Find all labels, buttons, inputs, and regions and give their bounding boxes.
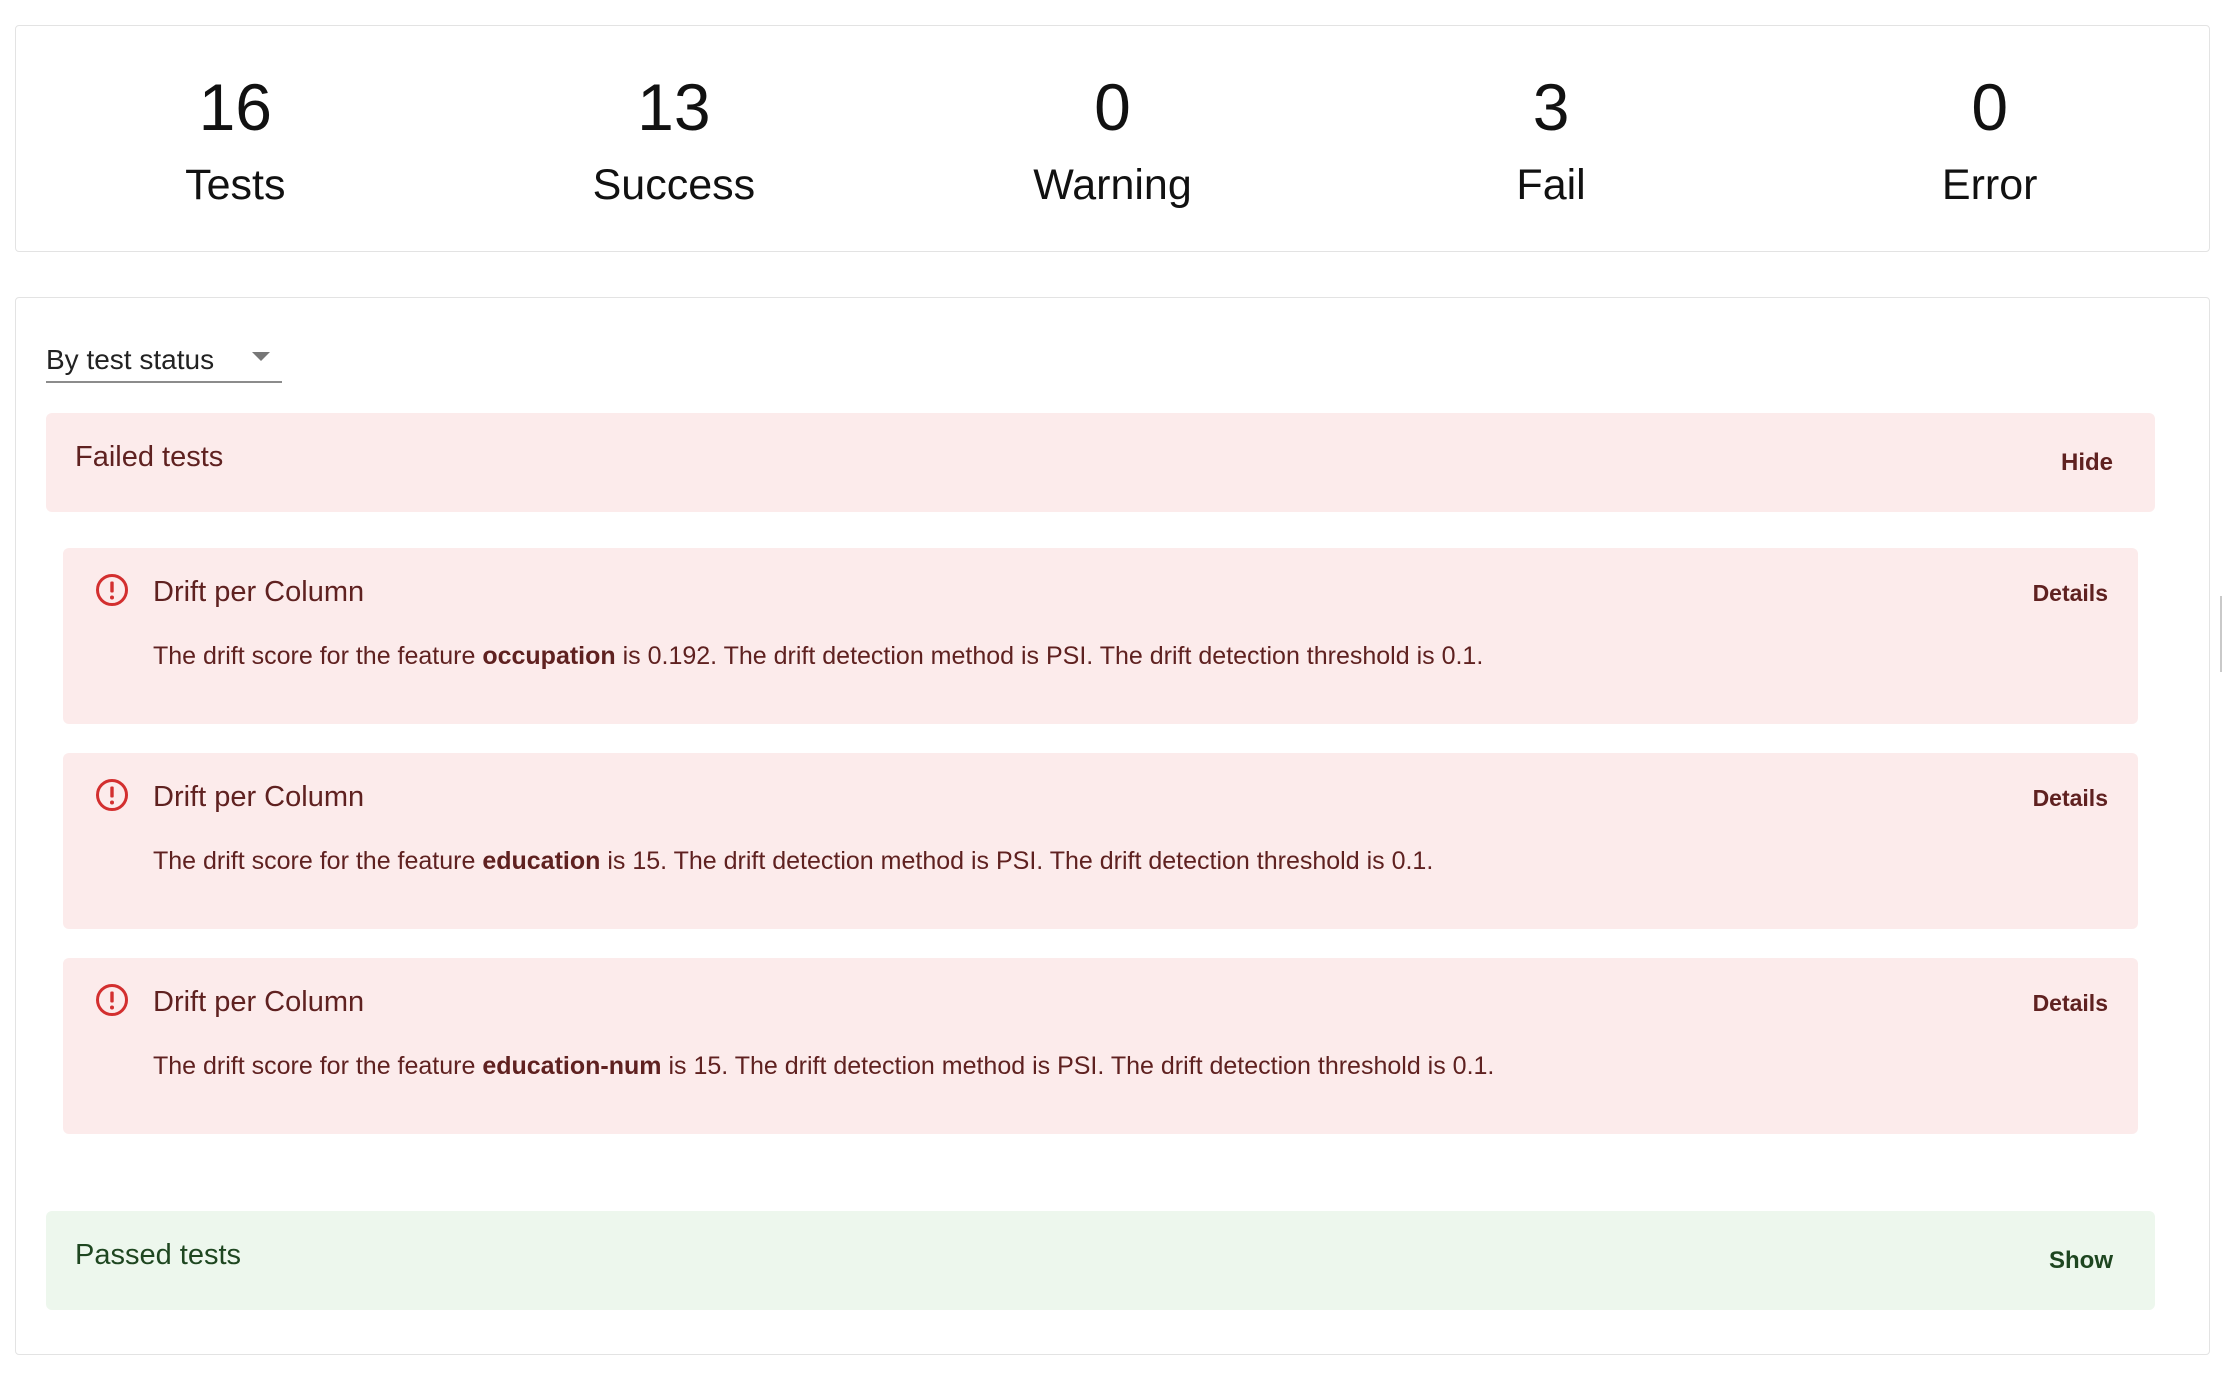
stat-value: 13 <box>637 70 711 144</box>
group-by-select-value: By test status <box>46 343 215 375</box>
stat-tests: 16 Tests <box>16 26 455 251</box>
passed-tests-header[interactable]: Passed tests Show <box>46 1211 2155 1310</box>
test-description: The drift score for the feature educatio… <box>153 1050 1494 1082</box>
test-summary-card: 16 Tests 13 Success 0 Warning 3 Fail 0 E… <box>15 25 2210 252</box>
test-description: The drift score for the feature educatio… <box>153 845 1433 877</box>
stat-warning: 0 Warning <box>893 26 1332 251</box>
stat-label: Error <box>1941 161 2038 209</box>
group-by-select[interactable]: By test status <box>46 338 282 383</box>
stat-label: Success <box>592 161 756 209</box>
desc-suffix: is 15. The drift detection method is PSI… <box>661 1052 1495 1080</box>
hide-failed-button[interactable]: Hide <box>2061 449 2113 477</box>
stat-fail: 3 Fail <box>1332 26 1771 251</box>
failed-test-item: Drift per Column Details The drift score… <box>63 958 2138 1134</box>
feature-name: education-num <box>482 1052 662 1080</box>
scrollbar-thumb[interactable] <box>2220 596 2222 672</box>
stat-value: 3 <box>1532 70 1570 144</box>
desc-suffix: is 0.192. The drift detection method is … <box>615 642 1484 670</box>
show-passed-button[interactable]: Show <box>2049 1247 2113 1275</box>
details-button[interactable]: Details <box>2033 580 2108 607</box>
stat-value: 0 <box>1971 70 2009 144</box>
desc-suffix: is 15. The drift detection method is PSI… <box>600 847 1434 875</box>
desc-prefix: The drift score for the feature <box>153 847 483 875</box>
stat-error: 0 Error <box>1770 26 2209 251</box>
failed-test-item: Drift per Column Details The drift score… <box>63 753 2138 929</box>
test-title: Drift per Column <box>153 986 365 1018</box>
details-button[interactable]: Details <box>2033 990 2108 1017</box>
stat-label: Tests <box>185 161 286 209</box>
desc-prefix: The drift score for the feature <box>153 1052 483 1080</box>
feature-name: education <box>482 847 601 875</box>
error-outline-icon <box>96 984 128 1016</box>
details-button[interactable]: Details <box>2033 785 2108 812</box>
failed-tests-header[interactable]: Failed tests Hide <box>46 413 2155 512</box>
failed-tests-title: Failed tests <box>75 441 224 473</box>
stat-value: 0 <box>1094 70 1131 144</box>
chevron-down-icon <box>252 352 270 361</box>
error-outline-icon <box>96 574 128 606</box>
feature-name: occupation <box>482 642 616 670</box>
test-results-card: By test status Failed tests Hide Drift p… <box>15 297 2210 1355</box>
desc-prefix: The drift score for the feature <box>153 642 483 670</box>
failed-test-item: Drift per Column Details The drift score… <box>63 548 2138 724</box>
error-outline-icon <box>96 779 128 811</box>
stat-success: 13 Success <box>455 26 894 251</box>
test-title: Drift per Column <box>153 781 365 813</box>
test-title: Drift per Column <box>153 576 365 608</box>
stat-label: Fail <box>1516 161 1586 209</box>
passed-tests-title: Passed tests <box>75 1239 242 1271</box>
stat-value: 16 <box>198 70 272 144</box>
test-description: The drift score for the feature occupati… <box>153 640 1483 672</box>
stat-label: Warning <box>1033 161 1192 209</box>
